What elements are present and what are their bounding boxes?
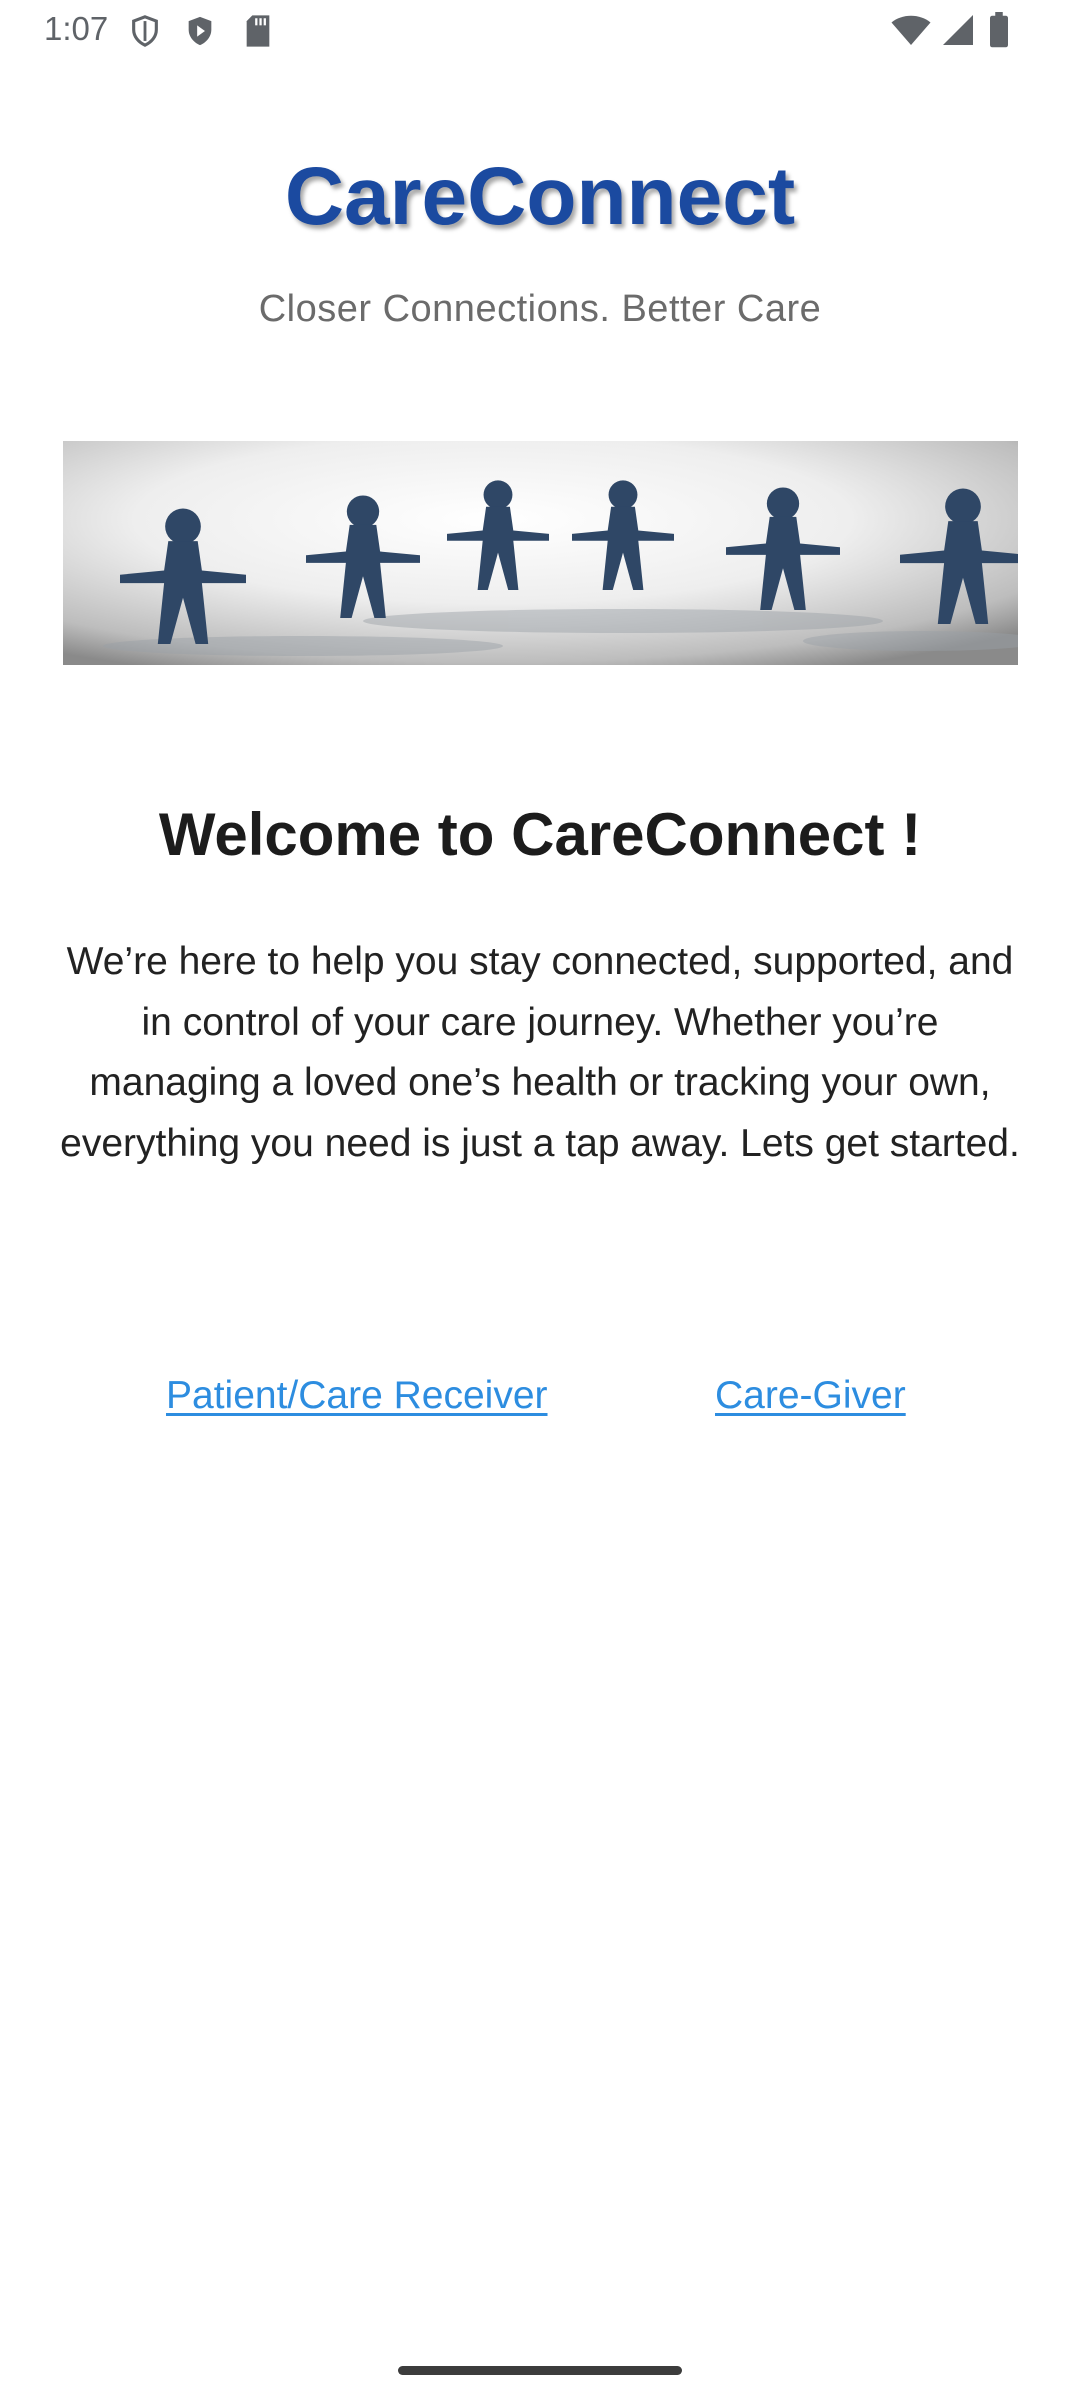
welcome-title: Welcome to CareConnect ! — [158, 801, 922, 868]
shield-outline-icon — [128, 14, 162, 53]
cell-signal-icon — [940, 12, 976, 53]
app-title: CareConnect — [284, 151, 796, 242]
status-bar: 1:07 — [0, 0, 1080, 62]
sd-card-icon — [243, 14, 273, 53]
welcome-screen: 1:07 CareConnect Closer Connections. Bet… — [0, 0, 1080, 2400]
status-time: 1:07 — [44, 10, 109, 47]
play-shield-icon — [183, 14, 217, 53]
app-tagline: Closer Connections. Better Care — [258, 288, 822, 330]
battery-icon — [988, 12, 1010, 53]
patient-care-receiver-link[interactable]: Patient/Care Receiver — [166, 1374, 548, 1418]
gesture-navigation-bar[interactable] — [398, 2366, 682, 2375]
wifi-icon — [890, 12, 932, 53]
care-giver-link[interactable]: Care-Giver — [715, 1374, 906, 1418]
welcome-description: We’re here to help you stay connected, s… — [60, 940, 1020, 1165]
paper-people-chain-image — [63, 441, 1018, 665]
